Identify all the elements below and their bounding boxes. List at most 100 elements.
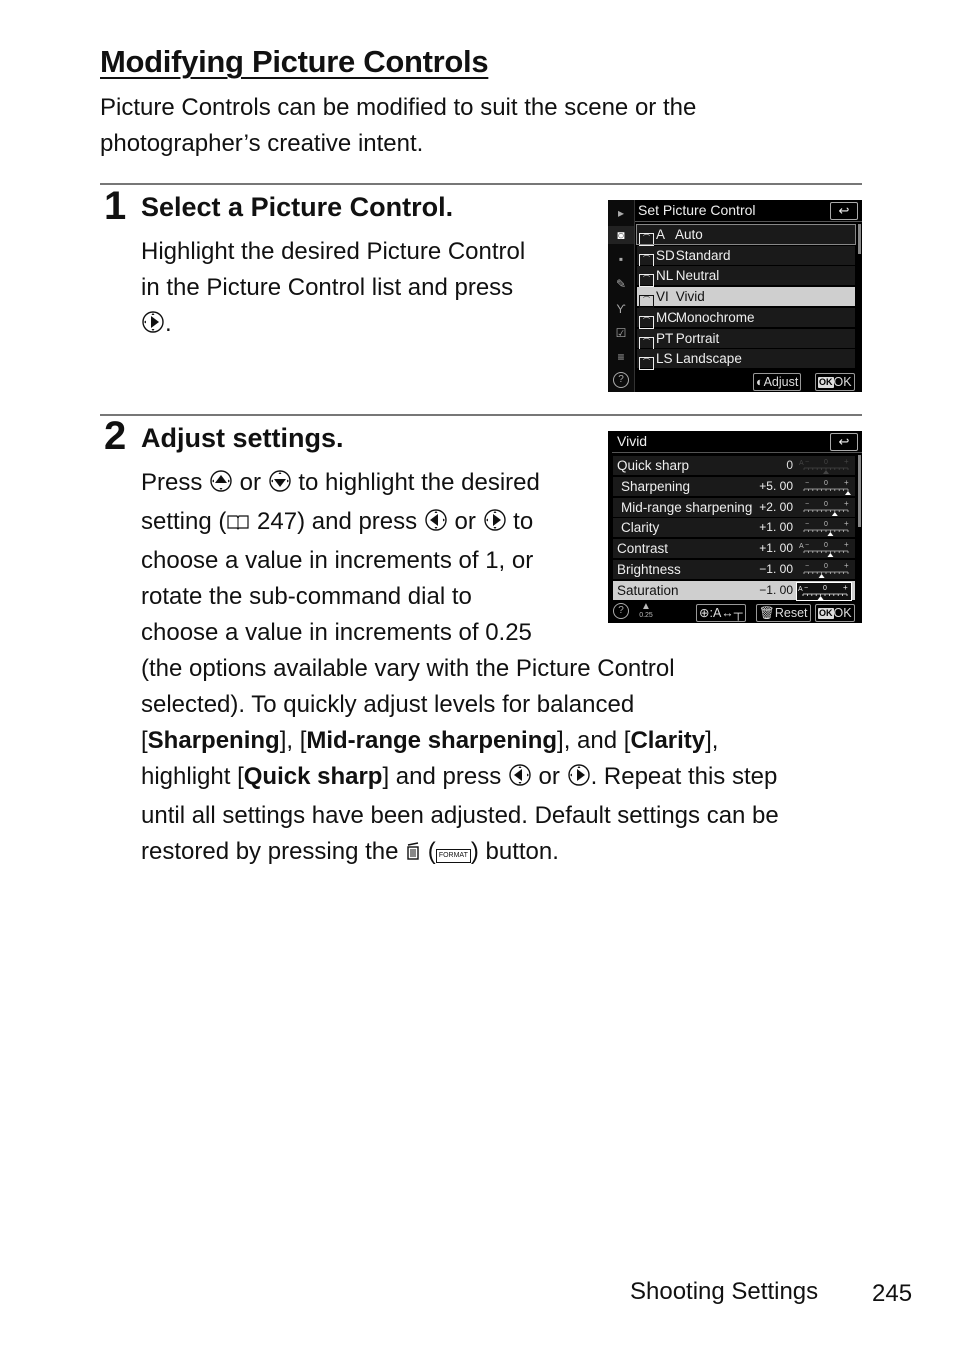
reset-label: Reset bbox=[774, 606, 808, 620]
step-1-divider bbox=[100, 183, 862, 185]
picture-control-item[interactable]: ⌒ MC Monochrome bbox=[637, 307, 855, 329]
multi-selector-right-icon bbox=[483, 507, 507, 543]
mid-range-sharpening-term: Mid-range sharpening bbox=[306, 727, 558, 754]
svg-text:A: A bbox=[799, 460, 804, 467]
ok-label: OK bbox=[833, 606, 852, 620]
help-icon[interactable]: ? bbox=[613, 603, 629, 619]
level-marker bbox=[827, 553, 834, 558]
help-icon[interactable]: ? bbox=[613, 372, 629, 388]
setting-row[interactable]: Brightness −1. 00 − 0 + bbox=[613, 560, 855, 579]
zoom-auto-button[interactable]: ⊕:A↔┬ bbox=[696, 604, 746, 622]
picture-control-code: PT bbox=[656, 330, 674, 346]
scrollbar[interactable] bbox=[858, 455, 861, 527]
step-2-divider bbox=[100, 414, 862, 416]
checkbox-icon[interactable]: ☑ bbox=[612, 324, 630, 342]
multi-selector-right-icon: ◐ bbox=[756, 375, 764, 389]
multi-selector-up-icon bbox=[209, 468, 233, 504]
menu-sidebar: ▸ ◙ ▪ ✎ ϒ ☑ ≡ ? bbox=[608, 200, 635, 392]
svg-text:−: − bbox=[805, 521, 809, 528]
picture-control-name: Portrait bbox=[675, 330, 720, 346]
svg-text:−: − bbox=[805, 563, 809, 570]
text-line: [Sharpening], [Mid-range sharpening], an… bbox=[141, 727, 719, 754]
vivid-adjust-screen: Vivid ↩ Quick sharp 0 A −0 + Sharpening +5. 00… bbox=[608, 431, 862, 623]
setting-label: Quick sharp bbox=[617, 458, 690, 473]
setting-value: 0 bbox=[786, 458, 793, 472]
setting-row[interactable]: Quick sharp 0 A −0 + bbox=[613, 456, 855, 475]
setting-value: +1. 00 bbox=[759, 520, 793, 535]
setting-row[interactable]: Contrast +1. 00 A − 0 + bbox=[613, 539, 855, 559]
setting-row[interactable]: Sharpening +5. 00 − 0 + bbox=[613, 476, 855, 496]
svg-text:0: 0 bbox=[824, 521, 828, 528]
trash-icon: 🗑 bbox=[759, 606, 775, 620]
scrollbar[interactable] bbox=[858, 224, 861, 254]
picture-control-code: SD bbox=[656, 247, 675, 263]
reset-button[interactable]: 🗑Reset bbox=[756, 604, 811, 622]
svg-text:A: A bbox=[799, 543, 804, 550]
picture-control-icon: ⌒ bbox=[639, 295, 654, 309]
svg-text:−: − bbox=[805, 542, 809, 549]
my-menu-icon[interactable]: ≡ bbox=[612, 348, 630, 366]
level-scale: − 0 + bbox=[803, 519, 849, 537]
level-marker bbox=[818, 574, 825, 578]
intro-paragraph: Picture Controls can be modified to suit… bbox=[100, 94, 697, 157]
svg-text:A: A bbox=[798, 586, 803, 593]
level-scale: − 0 + bbox=[803, 561, 849, 578]
picture-control-item[interactable]: ⌒ NL Neutral bbox=[637, 266, 855, 288]
step-1-line: . bbox=[141, 306, 525, 345]
svg-text:0: 0 bbox=[824, 459, 828, 466]
svg-text:0: 0 bbox=[824, 563, 828, 570]
dial-icon: ▲ bbox=[641, 601, 651, 612]
return-icon[interactable]: ↩ bbox=[830, 202, 858, 220]
zoom-icon: ⊕ bbox=[699, 606, 710, 620]
picture-control-name: Standard bbox=[675, 247, 731, 263]
svg-text:0: 0 bbox=[824, 542, 828, 549]
sharpening-term: Sharpening bbox=[147, 727, 280, 754]
ok-label: OK bbox=[833, 375, 852, 389]
svg-text:+: + bbox=[843, 583, 848, 592]
picture-control-icon: ⌒ bbox=[639, 274, 654, 288]
quick-sharp-term: Quick sharp bbox=[243, 763, 383, 790]
picture-control-code: MC bbox=[656, 309, 677, 325]
setting-row[interactable]: Clarity +1. 00 − 0 + bbox=[613, 518, 855, 538]
setting-row[interactable]: Saturation −1. 00 A − 0 + bbox=[613, 580, 855, 601]
step-1-text: Highlight the desired Picture Control in… bbox=[141, 234, 525, 345]
setting-value: +1. 00 bbox=[759, 541, 793, 556]
picture-control-icon: ⌒ bbox=[639, 233, 654, 246]
step-1-line: Highlight the desired Picture Control bbox=[141, 238, 526, 265]
adjust-label: Adjust bbox=[763, 375, 799, 389]
level-marker bbox=[827, 532, 834, 537]
picture-control-item[interactable]: ⌒ VI Vivid bbox=[637, 287, 855, 309]
step-2-number: 2 bbox=[104, 414, 127, 458]
screen-title: Set Picture Control bbox=[638, 202, 756, 218]
page-title: Modifying Picture Controls bbox=[100, 44, 489, 79]
picture-control-code: VI bbox=[656, 289, 669, 305]
picture-control-item[interactable]: ⌒ PT Portrait bbox=[637, 328, 855, 350]
setting-value: −1. 00 bbox=[759, 562, 793, 576]
svg-text:0: 0 bbox=[824, 480, 828, 487]
set-picture-control-screen: ▸ ◙ ▪ ✎ ϒ ☑ ≡ ? Set Picture Control ↩ ⌒ A… bbox=[608, 200, 862, 392]
return-icon[interactable]: ↩ bbox=[830, 433, 858, 451]
ok-badge-icon: OK bbox=[818, 377, 834, 388]
ok-badge-icon: OK bbox=[818, 608, 834, 619]
setting-row[interactable]: Mid-range sharpening +2. 00 − 0 + bbox=[613, 497, 855, 517]
ok-button[interactable]: OKOK bbox=[815, 373, 855, 391]
svg-text:+: + bbox=[844, 478, 849, 487]
pencil-icon[interactable]: ✎ bbox=[612, 275, 630, 293]
step-1-number: 1 bbox=[104, 184, 127, 228]
picture-control-name: Landscape bbox=[675, 351, 742, 367]
picture-control-name: Monochrome bbox=[675, 309, 755, 325]
movie-icon[interactable]: ▪ bbox=[612, 250, 630, 268]
svg-text:0: 0 bbox=[823, 585, 827, 592]
level-marker bbox=[823, 470, 829, 474]
setting-label: Brightness bbox=[617, 562, 681, 577]
svg-text:+: + bbox=[844, 540, 849, 549]
ok-button[interactable]: OKOK bbox=[815, 604, 855, 622]
picture-control-item[interactable]: ⌒ A Auto bbox=[636, 224, 856, 246]
camera-icon[interactable]: ◙ bbox=[608, 226, 634, 244]
adjust-button[interactable]: ◐Adjust bbox=[753, 373, 802, 391]
picture-control-item[interactable]: ⌒ SD Standard bbox=[637, 245, 855, 267]
level-marker bbox=[817, 595, 824, 600]
playback-icon[interactable]: ▸ bbox=[612, 204, 630, 222]
picture-control-item[interactable]: ⌒ LS Landscape bbox=[637, 349, 855, 371]
wrench-icon[interactable]: ϒ bbox=[612, 300, 630, 318]
